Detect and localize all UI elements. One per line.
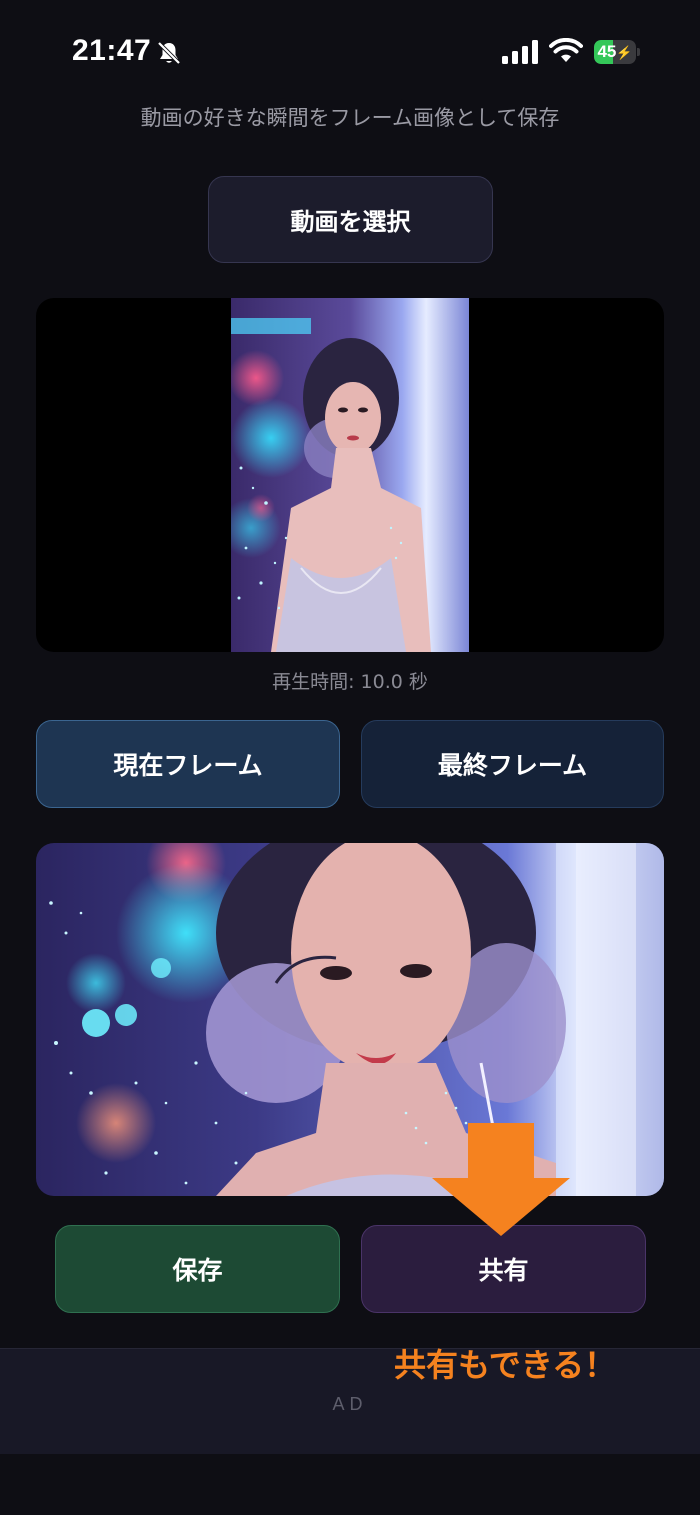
video-frame-image	[231, 298, 469, 652]
bell-slash-icon	[157, 41, 181, 65]
battery-charging-icon: 45⚡	[594, 40, 640, 64]
cellular-signal-icon	[502, 40, 538, 64]
status-bar: 21:47 45⚡	[0, 0, 700, 100]
video-player[interactable]	[36, 298, 664, 652]
share-button[interactable]: 共有	[361, 1225, 646, 1313]
status-time: 21:47	[72, 34, 152, 67]
current-frame-button[interactable]: 現在フレーム	[36, 720, 340, 808]
battery-level: 45	[597, 42, 617, 61]
arrow-down-icon	[432, 1123, 570, 1236]
last-frame-button[interactable]: 最終フレーム	[361, 720, 664, 808]
save-button[interactable]: 保存	[55, 1225, 340, 1313]
duration-text: 再生時間: 10.0 秒	[272, 671, 428, 693]
ad-label: AD	[332, 1394, 368, 1414]
annotation-text: 共有もできる！	[394, 1346, 617, 1384]
select-video-button[interactable]: 動画を選択	[208, 176, 493, 263]
page-subtitle: 動画の好きな瞬間をフレーム画像として保存	[140, 106, 560, 130]
wifi-icon	[549, 38, 583, 62]
bottom-safe-area	[0, 1454, 700, 1515]
